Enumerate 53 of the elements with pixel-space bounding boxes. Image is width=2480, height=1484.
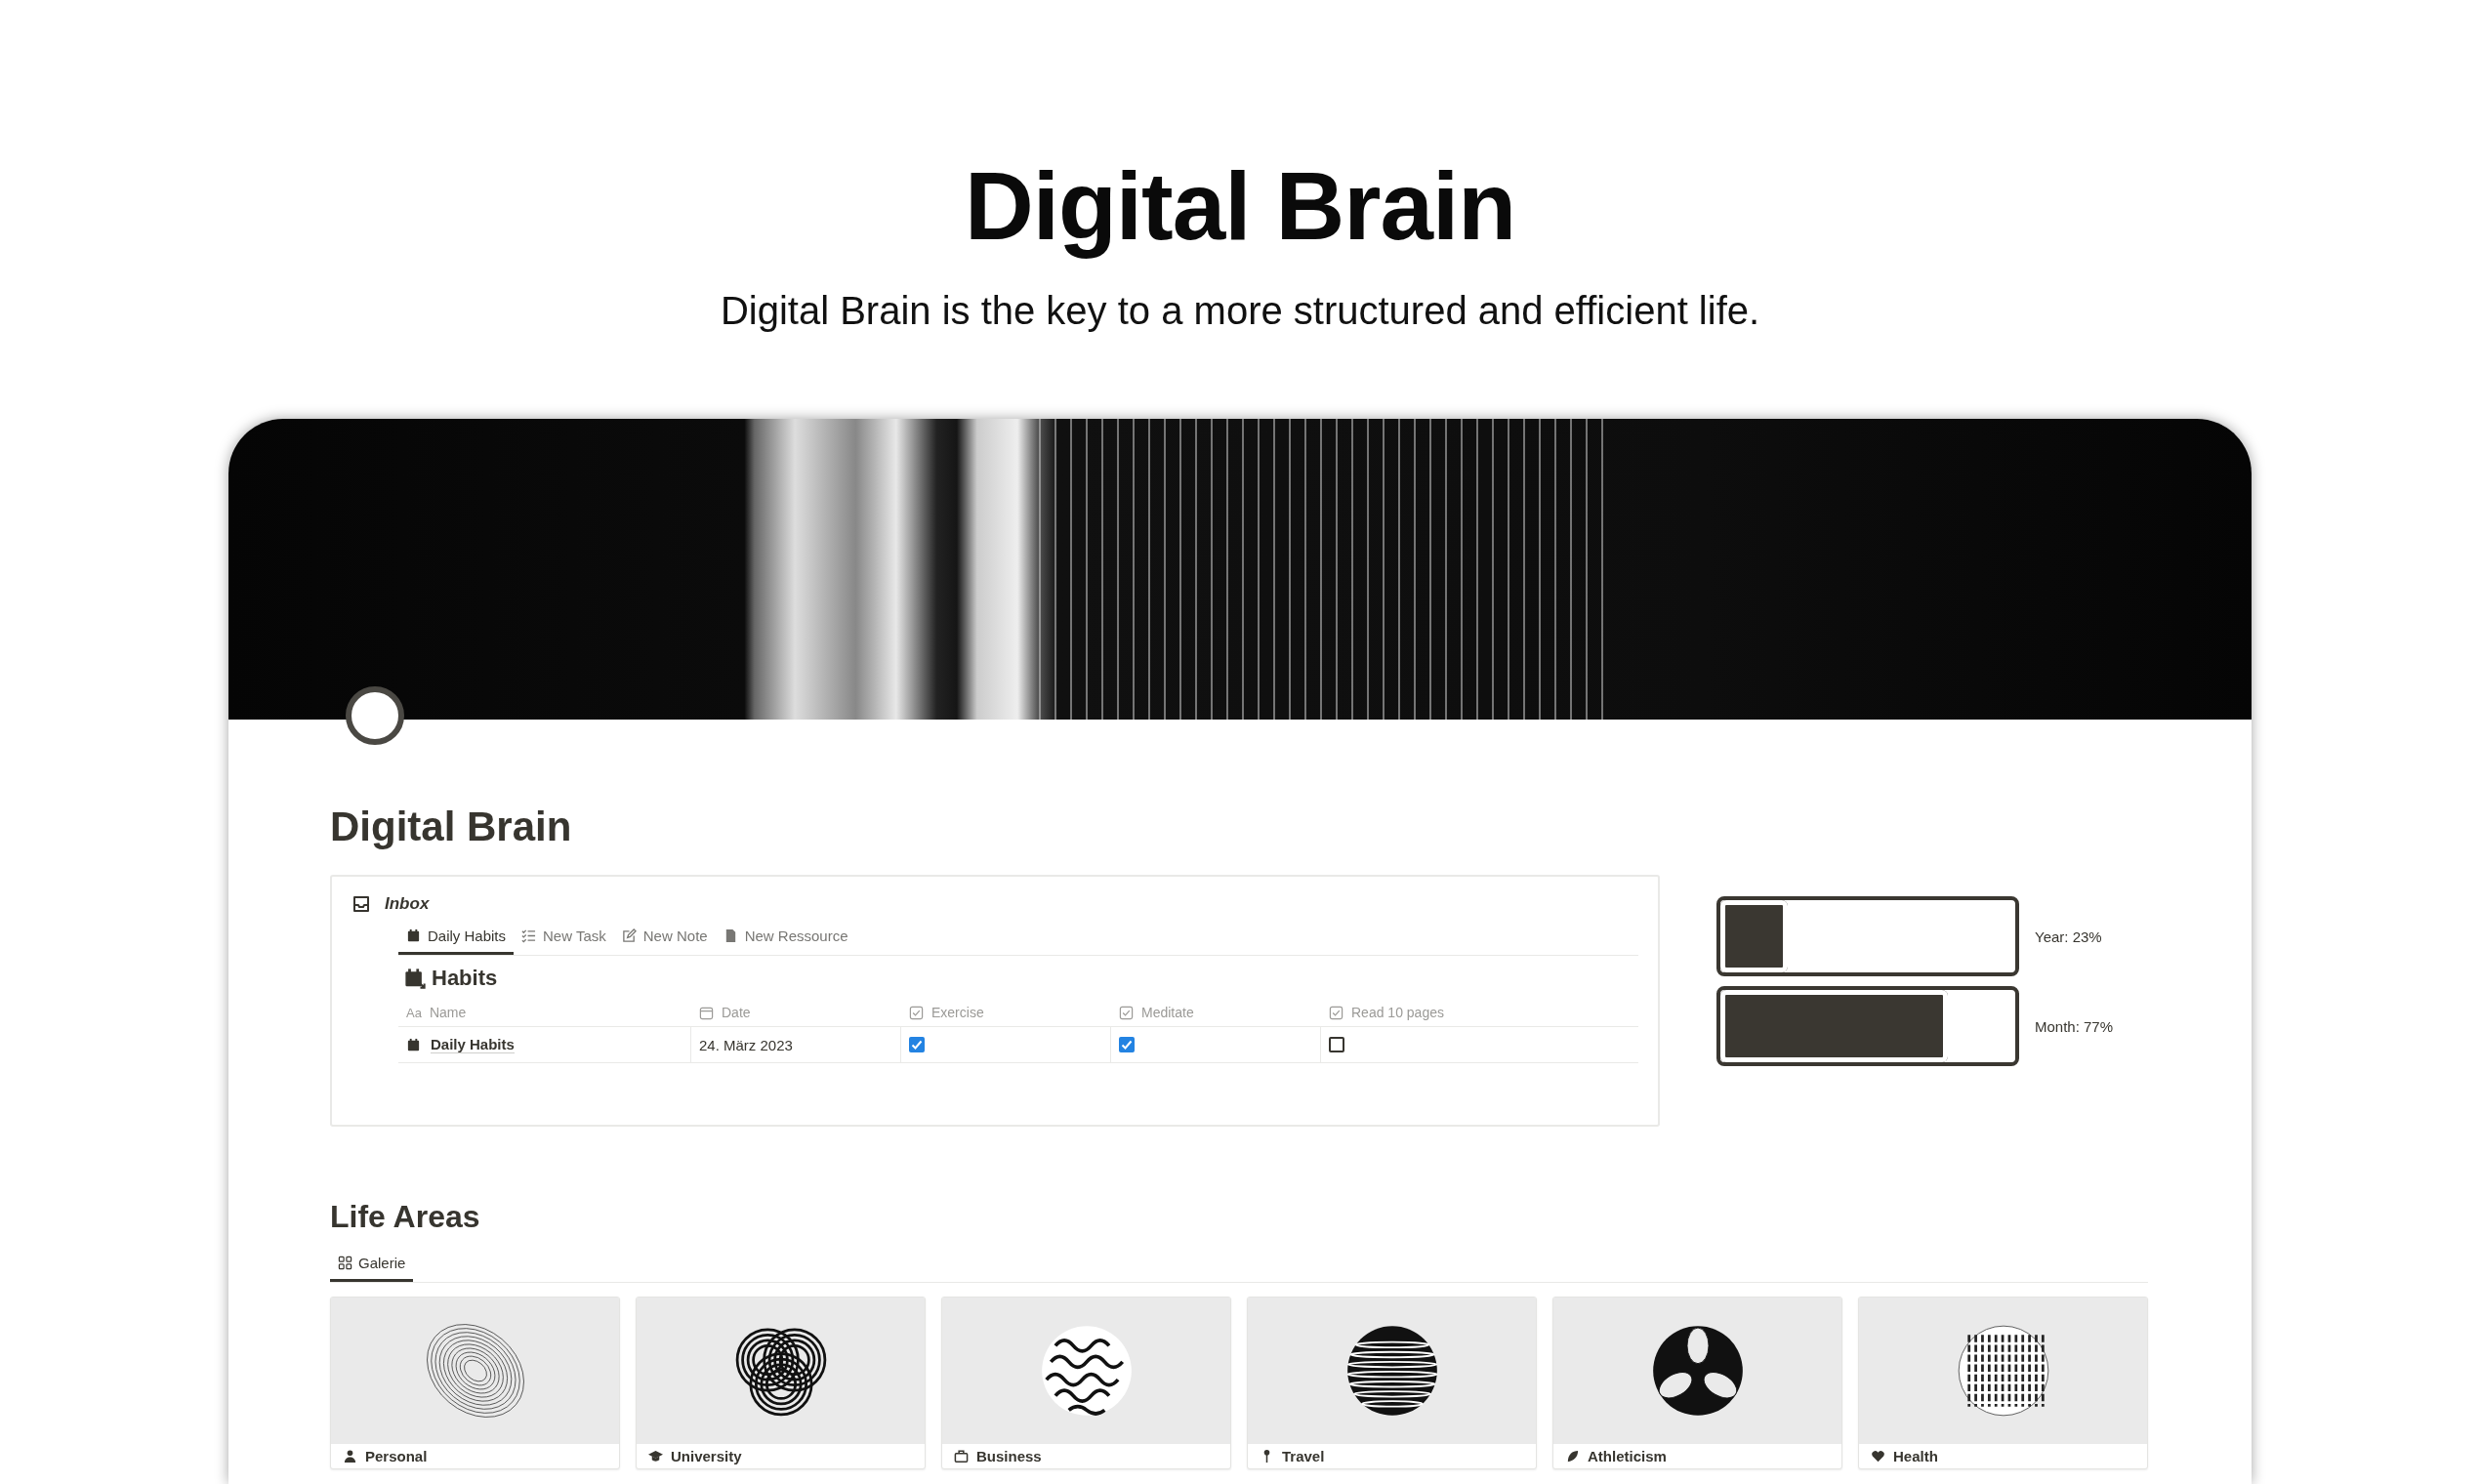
heart-icon [1871, 1449, 1885, 1464]
graduation-cap-icon [648, 1449, 663, 1464]
hero-title: Digital Brain [964, 154, 1516, 260]
leaf-icon [1565, 1449, 1580, 1464]
checkbox-icon [909, 1005, 924, 1020]
progress-label: Year: 23% [2035, 928, 2102, 945]
circle-icon [344, 683, 406, 747]
person-icon [343, 1449, 357, 1464]
checkbox-icon [1119, 1005, 1134, 1020]
card-title: Travel [1282, 1448, 1325, 1465]
gallery-card[interactable]: Personal [330, 1297, 620, 1470]
calendar-icon [406, 1037, 421, 1052]
briefcase-icon [954, 1449, 969, 1464]
column-header: Read 10 pages [1351, 1005, 1444, 1021]
section-title: Habits [432, 966, 498, 992]
calendar-icon [404, 968, 426, 990]
calendar-icon [699, 1005, 714, 1020]
card-title: Personal [365, 1448, 428, 1465]
text-type-icon: Aa [406, 1005, 422, 1020]
checklist-icon [521, 928, 537, 944]
gallery-card[interactable]: Athleticism [1552, 1297, 1842, 1470]
column-header: Name [429, 1005, 467, 1021]
hero-subtitle: Digital Brain is the key to a more structured and efficient life. [720, 288, 1760, 333]
calendar-icon [406, 928, 421, 944]
gallery-view-tab[interactable]: Galerie [330, 1247, 414, 1283]
column-header: Date [722, 1005, 751, 1021]
inbox-title: Inbox [385, 894, 430, 915]
date-cell: 24. März 2023 [699, 1036, 793, 1053]
inbox-tray-icon [351, 894, 371, 915]
grid-icon [338, 1256, 352, 1271]
gallery-card[interactable]: Business [941, 1297, 1231, 1470]
page-title: Digital Brain [330, 802, 573, 851]
view-tab[interactable]: New Task [514, 920, 614, 956]
column-header: Meditate [1141, 1005, 1194, 1021]
section-heading: Life Areas [330, 1199, 481, 1236]
checkbox[interactable] [1119, 1037, 1135, 1053]
gallery-card[interactable]: Health [1858, 1297, 2148, 1470]
card-title: Health [1893, 1448, 1938, 1465]
card-title: University [671, 1448, 742, 1465]
view-tab[interactable]: Daily Habits [398, 920, 515, 956]
card-title: Athleticism [1588, 1448, 1667, 1465]
view-tab[interactable]: New Note [613, 920, 716, 956]
view-tab[interactable]: New Ressource [715, 920, 856, 956]
progress-label: Month: 77% [2035, 1017, 2114, 1035]
checkbox-icon [1329, 1005, 1343, 1020]
column-header: Exercise [931, 1005, 984, 1021]
card-title: Business [976, 1448, 1042, 1465]
gallery-card[interactable]: Travel [1247, 1297, 1537, 1470]
row-title-link[interactable]: Daily Habits [431, 1036, 515, 1054]
edit-icon [621, 928, 637, 944]
checkbox[interactable] [909, 1037, 925, 1053]
gallery-card[interactable]: University [636, 1297, 926, 1470]
checkbox[interactable] [1329, 1037, 1344, 1053]
